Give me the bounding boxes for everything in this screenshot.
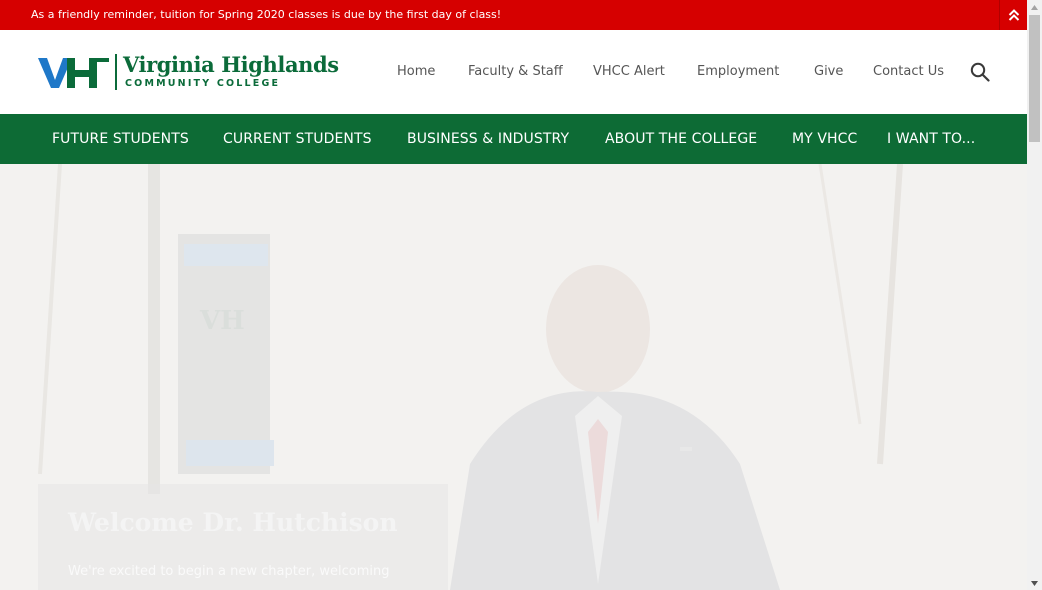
alert-bar: As a friendly reminder, tuition for Spri… — [0, 0, 1027, 30]
svg-text:VH: VH — [199, 306, 245, 336]
nav-my-vhcc[interactable]: MY VHCC — [792, 131, 857, 147]
hero-card: Welcome Dr. Hutchison We're excited to b… — [38, 484, 448, 590]
logo-subtitle: COMMUNITY COLLEGE — [125, 78, 281, 89]
hero-title: Welcome Dr. Hutchison — [68, 508, 398, 537]
page-scrollbar[interactable] — [1027, 0, 1042, 590]
hero-body: We're excited to begin a new chapter, we… — [68, 564, 390, 579]
nav-business-industry[interactable]: BUSINESS & INDUSTRY — [407, 131, 569, 147]
scroll-down-arrow[interactable] — [1027, 576, 1042, 590]
logo-divider — [115, 54, 117, 90]
scroll-up-arrow[interactable] — [1027, 0, 1042, 14]
util-link-vhcc-alert[interactable]: VHCC Alert — [593, 64, 665, 79]
util-link-give[interactable]: Give — [814, 64, 843, 79]
vh-logo-mark-icon — [38, 58, 109, 88]
util-link-employment[interactable]: Employment — [697, 64, 779, 79]
util-link-home[interactable]: Home — [397, 64, 435, 79]
nav-future-students[interactable]: FUTURE STUDENTS — [52, 131, 189, 147]
logo-name: Virginia Highlands — [123, 52, 339, 77]
util-link-contact-us[interactable]: Contact Us — [873, 64, 944, 79]
util-link-faculty-staff[interactable]: Faculty & Staff — [468, 64, 563, 79]
search-button[interactable] — [970, 62, 990, 82]
college-logo[interactable]: Virginia Highlands COMMUNITY COLLEGE — [38, 52, 339, 92]
nav-i-want-to[interactable]: I WANT TO... — [887, 131, 975, 147]
alert-collapse-button[interactable] — [999, 0, 1027, 30]
hero-banner: VH Welcome Dr. Hutchison We're excited t… — [0, 164, 1027, 590]
main-nav: FUTURE STUDENTS CURRENT STUDENTS BUSINES… — [0, 114, 1027, 164]
site-header: Virginia Highlands COMMUNITY COLLEGE Hom… — [0, 30, 1027, 114]
nav-about-the-college[interactable]: ABOUT THE COLLEGE — [605, 131, 757, 147]
search-icon — [970, 62, 990, 82]
alert-message: As a friendly reminder, tuition for Spri… — [31, 8, 502, 21]
nav-current-students[interactable]: CURRENT STUDENTS — [223, 131, 372, 147]
scroll-thumb[interactable] — [1029, 15, 1040, 142]
double-chevron-up-icon — [1008, 9, 1019, 21]
